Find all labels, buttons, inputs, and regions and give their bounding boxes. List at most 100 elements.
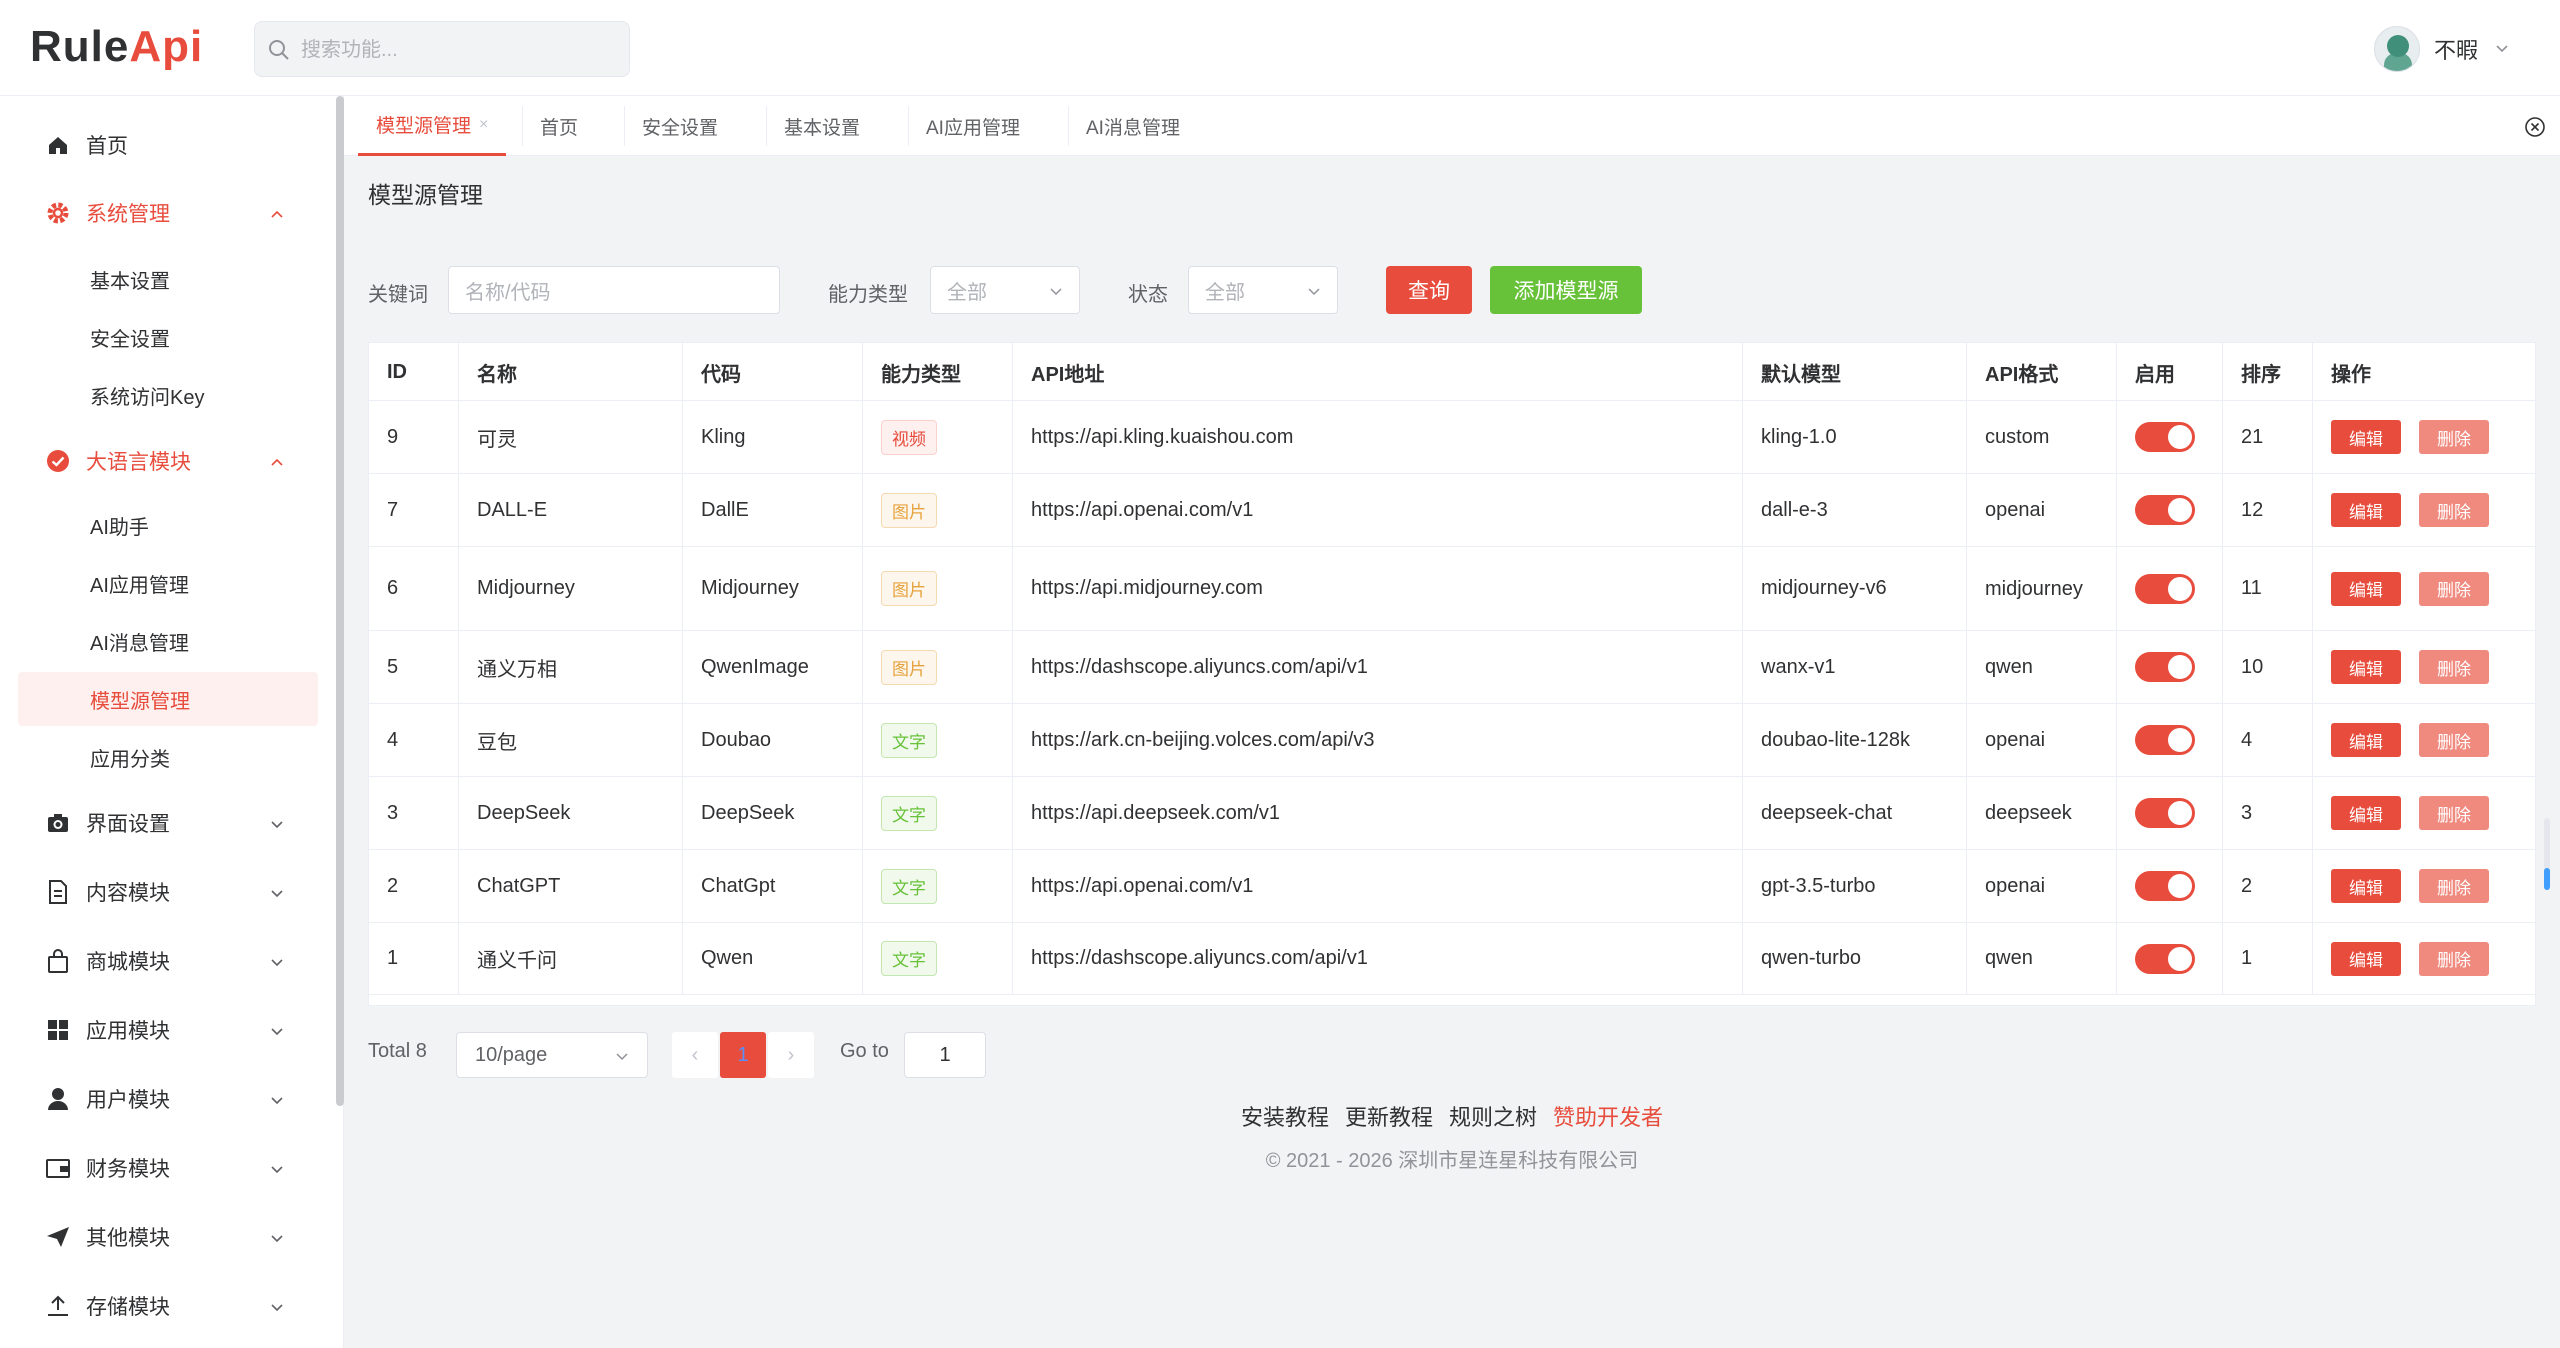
enabled-toggle[interactable] (2135, 652, 2195, 682)
edit-button[interactable]: 编辑 (2331, 420, 2401, 454)
page-scrollbar-thumb[interactable] (2544, 868, 2550, 890)
sidebar-item-apps[interactable]: 应用模块 (18, 1001, 318, 1059)
goto-page-input[interactable]: 1 (904, 1032, 986, 1078)
sidebar-item-label: 基本设置 (90, 270, 170, 293)
footer-link-donate[interactable]: 赞助开发者 (1553, 1100, 1663, 1132)
column-header[interactable]: ID (369, 343, 459, 401)
sidebar-item-ai-app[interactable]: AI应用管理 (18, 556, 318, 610)
sidebar-scrollbar[interactable] (336, 96, 344, 1106)
delete-button[interactable]: 删除 (2419, 493, 2489, 527)
cell-enabled (2117, 547, 2223, 630)
enabled-toggle[interactable] (2135, 573, 2195, 604)
column-header[interactable]: 默认模型 (1743, 343, 1967, 401)
tab-ai-message[interactable]: AI消息管理 (1068, 96, 1198, 156)
enabled-toggle[interactable] (2135, 943, 2195, 974)
goto-label: Go to (840, 1040, 889, 1062)
chevron-down-icon[interactable] (2494, 41, 2510, 57)
enabled-toggle[interactable] (2135, 725, 2195, 755)
cell-model: dall-e-3 (1743, 474, 1967, 546)
sidebar-item-system[interactable]: 系统管理 (18, 184, 318, 242)
sidebar-item-security-settings[interactable]: 安全设置 (18, 310, 318, 364)
tab-ai-app[interactable]: AI应用管理 (908, 96, 1038, 156)
close-icon[interactable]: × (479, 116, 488, 134)
sidebar-item-other[interactable]: 其他模块 (18, 1208, 318, 1266)
column-header[interactable]: 代码 (683, 343, 863, 401)
edit-button[interactable]: 编辑 (2331, 493, 2401, 527)
sidebar-item-shop[interactable]: 商城模块 (18, 932, 318, 990)
edit-button[interactable]: 编辑 (2331, 650, 2401, 684)
sidebar-item-basic-settings[interactable]: 基本设置 (18, 252, 318, 306)
type-select[interactable]: 全部 (930, 266, 1080, 314)
check-circle-icon (46, 449, 70, 473)
edit-button[interactable]: 编辑 (2331, 796, 2401, 830)
keyword-input[interactable]: 名称/代码 (448, 266, 780, 314)
delete-button[interactable]: 删除 (2419, 571, 2489, 606)
sidebar-item-app-category[interactable]: 应用分类 (18, 730, 318, 784)
cell-id: 1 (369, 923, 459, 994)
model-source-table: ID 名称 代码 能力类型 API地址 默认模型 API格式 启用 排序 操作 … (368, 342, 2536, 1006)
status-select[interactable]: 全部 (1188, 266, 1338, 314)
close-circle-icon[interactable] (2524, 116, 2546, 138)
next-page-button[interactable]: › (768, 1032, 814, 1078)
user-menu[interactable]: 不暇 (2373, 24, 2510, 74)
enabled-toggle[interactable] (2135, 495, 2195, 525)
cell-code: Kling (683, 401, 863, 473)
tab-security-settings[interactable]: 安全设置 (624, 96, 736, 156)
sidebar-item-llm[interactable]: 大语言模块 (18, 432, 318, 490)
column-header[interactable]: API格式 (1967, 343, 2117, 401)
tab-basic-settings[interactable]: 基本设置 (766, 96, 878, 156)
column-header[interactable]: 排序 (2223, 343, 2313, 401)
cell-actions: 编辑 删除 (2313, 850, 2537, 922)
search-button[interactable]: 查询 (1386, 266, 1472, 314)
tab-home[interactable]: 首页 (522, 96, 596, 156)
app-logo[interactable]: RuleApi (30, 22, 203, 72)
page-number-button[interactable]: 1 (720, 1032, 766, 1078)
delete-button[interactable]: 删除 (2419, 869, 2489, 903)
sidebar-item-access-key[interactable]: 系统访问Key (18, 368, 318, 422)
add-model-source-button[interactable]: 添加模型源 (1490, 266, 1642, 314)
enabled-toggle[interactable] (2135, 798, 2195, 828)
footer-link-install[interactable]: 安装教程 (1241, 1100, 1329, 1132)
column-header[interactable]: 能力类型 (863, 343, 1013, 401)
sidebar-item-ai-message[interactable]: AI消息管理 (18, 614, 318, 668)
sidebar-item-storage[interactable]: 存储模块 (18, 1277, 318, 1335)
avatar[interactable] (2373, 26, 2420, 72)
cell-api: https://api.kling.kuaishou.com (1013, 401, 1743, 473)
edit-button[interactable]: 编辑 (2331, 723, 2401, 757)
cell-name: 可灵 (459, 401, 683, 473)
delete-button[interactable]: 删除 (2419, 723, 2489, 757)
page-size-select[interactable]: 10/page (456, 1032, 648, 1078)
cell-api: https://api.midjourney.com (1013, 547, 1743, 630)
delete-button[interactable]: 删除 (2419, 650, 2489, 684)
delete-button[interactable]: 删除 (2419, 941, 2489, 976)
prev-page-button[interactable]: ‹ (672, 1032, 718, 1078)
column-header[interactable]: 启用 (2117, 343, 2223, 401)
chevron-down-icon (271, 959, 283, 967)
column-header[interactable]: 名称 (459, 343, 683, 401)
edit-button[interactable]: 编辑 (2331, 869, 2401, 903)
sidebar-item-home[interactable]: 首页 (18, 116, 318, 174)
sidebar-item-ai-assistant[interactable]: AI助手 (18, 498, 318, 552)
search-box[interactable] (254, 21, 630, 77)
page-title: 模型源管理 (368, 182, 483, 208)
footer-link-update[interactable]: 更新教程 (1345, 1100, 1433, 1132)
sidebar-item-content[interactable]: 内容模块 (18, 863, 318, 921)
delete-button[interactable]: 删除 (2419, 420, 2489, 454)
delete-button[interactable]: 删除 (2419, 796, 2489, 830)
table-row: 3 DeepSeek DeepSeek 文字 https://api.deepseek.… (369, 777, 2535, 850)
search-input[interactable] (299, 34, 619, 66)
footer-link-rule-tree[interactable]: 规则之树 (1449, 1100, 1537, 1132)
sidebar-item-label: AI助手 (90, 516, 149, 539)
edit-button[interactable]: 编辑 (2331, 571, 2401, 606)
user-name[interactable]: 不暇 (2434, 33, 2478, 65)
cell-actions: 编辑 删除 (2313, 704, 2537, 776)
cell-enabled (2117, 777, 2223, 849)
tab-model-source[interactable]: 模型源管理 × (358, 96, 507, 156)
table-header: ID 名称 代码 能力类型 API地址 默认模型 API格式 启用 排序 操作 (369, 343, 2535, 401)
enabled-toggle[interactable] (2135, 871, 2195, 901)
sidebar-item-ui-settings[interactable]: 界面设置 (18, 794, 318, 852)
edit-button[interactable]: 编辑 (2331, 941, 2401, 976)
column-header[interactable]: API地址 (1013, 343, 1743, 401)
enabled-toggle[interactable] (2135, 422, 2195, 452)
sidebar-item-model-source[interactable]: 模型源管理 (18, 672, 318, 726)
